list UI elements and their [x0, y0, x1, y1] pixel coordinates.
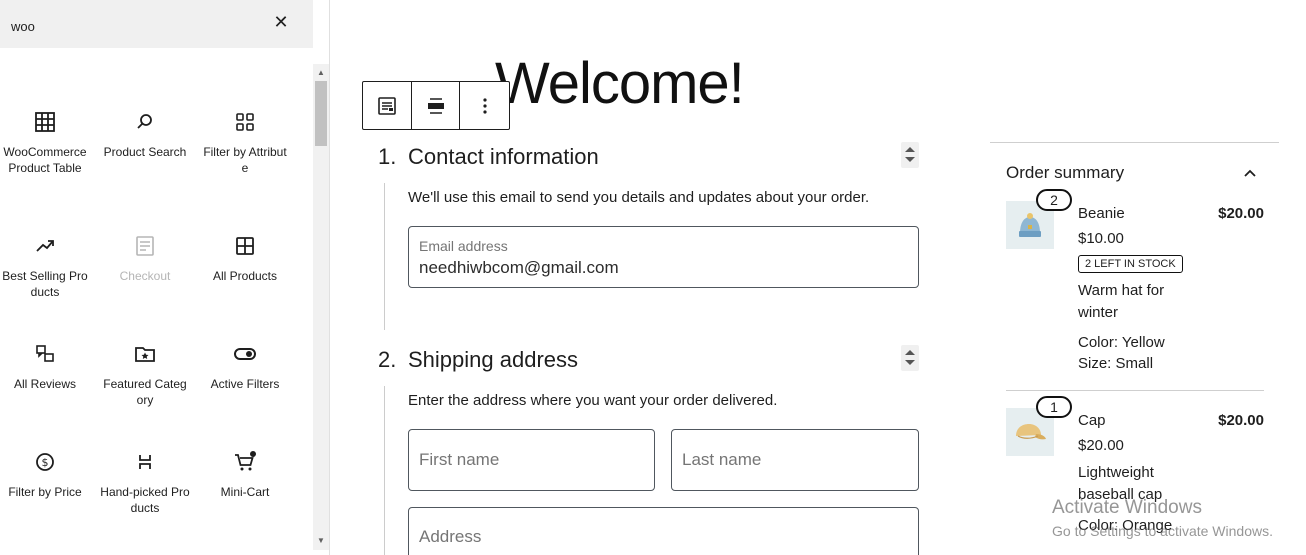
block-mini-cart[interactable]: Mini-Cart [200, 450, 290, 500]
more-vertical-icon [483, 97, 487, 114]
block-filter-by-attribute[interactable]: Filter by Attribute [200, 110, 290, 176]
order-item: 1 Cap $20.00 $20.00 Lightweight baseball… [1006, 396, 1264, 555]
block-mover-shipping[interactable] [901, 345, 919, 371]
email-field-value: needhiwbcom@gmail.com [419, 258, 619, 277]
order-item: 2 Beanie $10.00 $20.00 2 LEFT IN STOCK W… [1006, 189, 1264, 391]
block-label: Best Selling Products [2, 269, 88, 299]
reviews-icon [36, 345, 54, 362]
block-toolbar [362, 81, 510, 130]
search-icon [137, 114, 152, 129]
block-inserter-sidebar: ✕ ▲ ▼ WooCommerce Product Table Product … [0, 0, 330, 555]
hand-picked-icon [139, 455, 151, 469]
inserter-scrollbar[interactable]: ▲ ▼ [313, 64, 329, 550]
last-name-field[interactable]: Last name [671, 429, 919, 491]
item-price: $10.00 [1078, 230, 1124, 247]
stock-badge: 2 LEFT IN STOCK [1078, 255, 1183, 273]
block-all-reviews[interactable]: All Reviews [0, 342, 90, 392]
step-title-text: Shipping address [408, 347, 579, 372]
item-separator [1006, 390, 1264, 391]
block-label: WooCommerce Product Table [3, 145, 87, 175]
block-label: All Products [212, 269, 278, 283]
contact-step-title: 1. Contact information [378, 144, 599, 170]
block-product-search[interactable]: Product Search [100, 110, 190, 160]
all-products-icon [236, 237, 254, 255]
block-label: Mini-Cart [220, 485, 270, 499]
close-icon: ✕ [273, 12, 289, 33]
block-featured-category[interactable]: Featured Category [100, 342, 190, 408]
align-button[interactable] [412, 82, 461, 129]
order-summary-panel: Order summary 2 Beanie $10.00 $20.00 2 L… [990, 142, 1279, 534]
quantity-badge: 2 [1036, 189, 1072, 211]
align-center-icon [427, 97, 444, 114]
block-label: All Reviews [13, 377, 76, 391]
block-label: Hand-picked Products [100, 485, 190, 515]
contact-description: We'll use this email to send you details… [408, 189, 870, 206]
item-total: $20.00 [1218, 205, 1264, 222]
trending-icon [36, 240, 54, 252]
table-icon [35, 112, 55, 132]
move-down-icon[interactable] [905, 157, 915, 162]
email-field-label: Email address [419, 238, 508, 254]
folder-star-icon [135, 347, 155, 362]
order-summary-title[interactable]: Order summary [1006, 163, 1124, 183]
block-label: Filter by Price [8, 485, 82, 499]
block-label: Active Filters [210, 377, 280, 391]
block-best-selling-products[interactable]: Best Selling Products [0, 234, 90, 300]
item-description: Lightweight baseball cap [1078, 464, 1163, 503]
move-down-icon[interactable] [905, 360, 915, 365]
block-label: Checkout [119, 269, 171, 283]
step-title-text: Contact information [408, 144, 599, 169]
block-filter-by-price[interactable]: $ Filter by Price [0, 450, 90, 500]
block-checkout: Checkout [100, 234, 190, 284]
item-price: $20.00 [1078, 437, 1124, 454]
clear-search-button[interactable]: ✕ [270, 12, 292, 34]
item-attribute: Color: Yellow [1078, 334, 1165, 351]
step-divider-line [384, 183, 385, 330]
block-label: Featured Category [103, 377, 187, 407]
block-hand-picked-products[interactable]: Hand-picked Products [100, 450, 190, 516]
block-type-button[interactable] [363, 82, 412, 129]
address-field[interactable]: Address [408, 507, 919, 555]
shipping-step-title: 2. Shipping address [378, 347, 578, 373]
checkout-icon [136, 236, 154, 256]
step-divider-line [384, 386, 385, 555]
item-name: Beanie [1078, 205, 1125, 222]
item-total: $20.00 [1218, 412, 1264, 429]
scrollbar-thumb[interactable] [315, 81, 327, 146]
item-description: Warm hat for winter [1078, 282, 1165, 321]
block-label: Filter by Attribute [203, 145, 287, 175]
shipping-description: Enter the address where you want your or… [408, 392, 778, 409]
scroll-down-arrow-icon[interactable]: ▼ [313, 534, 329, 548]
block-all-products[interactable]: All Products [200, 234, 290, 284]
first-name-placeholder: First name [419, 450, 500, 469]
dollar-icon: $ [36, 453, 54, 471]
scroll-up-arrow-icon[interactable]: ▲ [313, 66, 329, 80]
email-field[interactable]: Email address needhiwbcom@gmail.com [408, 226, 919, 288]
block-search-input[interactable] [11, 16, 261, 36]
block-search-box: ✕ [0, 0, 313, 48]
quantity-badge: 1 [1036, 396, 1072, 418]
more-options-button[interactable] [460, 82, 509, 129]
block-label: Product Search [103, 145, 187, 159]
step-number: 2. [378, 347, 397, 372]
svg-text:$: $ [42, 456, 49, 469]
toggle-icon [234, 348, 256, 360]
block-active-filters[interactable]: Active Filters [200, 342, 290, 392]
first-name-field[interactable]: First name [408, 429, 655, 491]
grid-icon [236, 113, 254, 131]
block-mover-contact[interactable] [901, 142, 919, 168]
address-placeholder: Address [419, 527, 482, 546]
last-name-placeholder: Last name [682, 450, 762, 469]
step-number: 1. [378, 144, 397, 169]
item-attribute: Size: Small [1078, 355, 1154, 372]
page-heading[interactable]: Welcome! [495, 50, 745, 117]
move-up-icon[interactable] [905, 350, 915, 355]
block-woocommerce-product-table[interactable]: WooCommerce Product Table [0, 110, 90, 176]
item-attribute: Color: Orange [1078, 517, 1173, 534]
item-name: Cap [1078, 412, 1106, 429]
checkout-block-icon [378, 96, 396, 115]
move-up-icon[interactable] [905, 147, 915, 152]
cart-icon [235, 451, 256, 471]
chevron-up-icon[interactable] [1242, 165, 1258, 181]
